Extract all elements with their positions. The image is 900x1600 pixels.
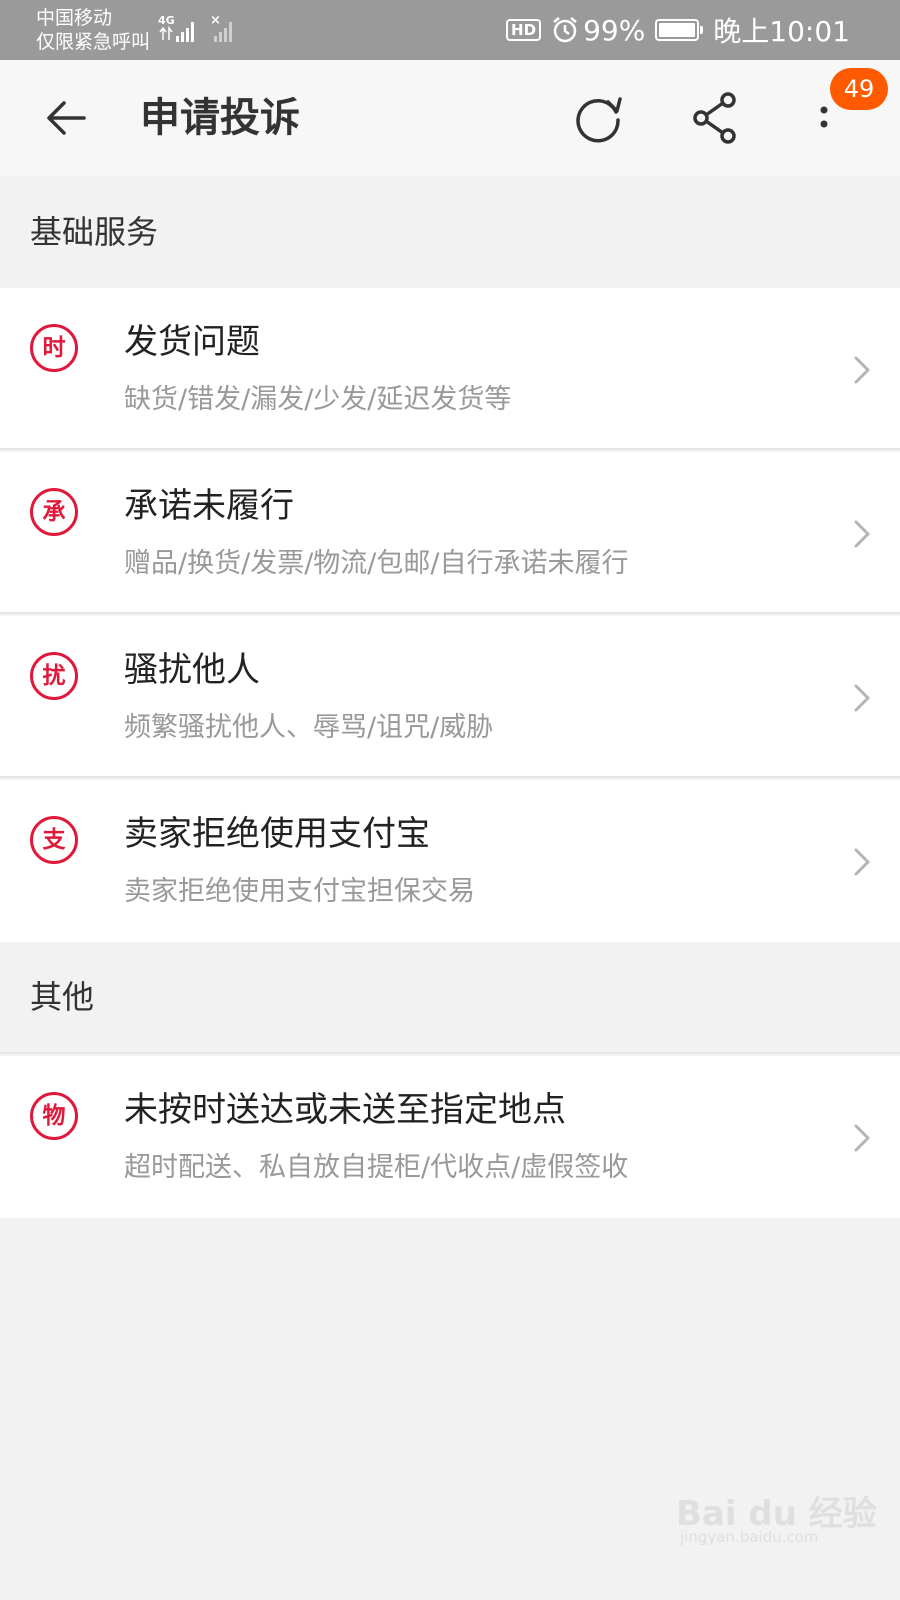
item-title: 骚扰他人	[124, 650, 260, 690]
item-subtitle: 赠品/换货/发票/物流/包邮/自行承诺未履行	[124, 548, 629, 579]
battery-percent: 99%	[583, 13, 646, 47]
chevron-right-icon	[854, 520, 870, 548]
signal-icon: 4G ×	[158, 13, 232, 42]
item-title: 承诺未履行	[124, 486, 294, 526]
status-right: HD 99% 晚上10:01	[506, 10, 850, 50]
item-title: 发货问题	[124, 322, 260, 362]
emergency-only-label: 仅限紧急呼叫	[36, 31, 151, 53]
list-item-delivery[interactable]: 物 未按时送达或未送至指定地点 超时配送、私自放自提柜/代收点/虚假签收	[0, 1056, 900, 1218]
carrier-name: 中国移动	[36, 7, 113, 29]
item-subtitle: 超时配送、私自放自提柜/代收点/虚假签收	[124, 1152, 629, 1183]
page-title: 申请投诉	[140, 95, 300, 141]
chevron-right-icon	[854, 1124, 870, 1152]
item-subtitle: 缺货/错发/漏发/少发/延迟发货等	[124, 384, 512, 415]
logistics-icon: 物	[30, 1092, 78, 1140]
baidu-watermark: Bai du 经验 jingyan.baidu.com	[676, 1476, 877, 1556]
list-item-shipping[interactable]: 时 发货问题 缺货/错发/漏发/少发/延迟发货等	[0, 288, 900, 450]
clock: 晚上10:01	[713, 15, 850, 48]
share-icon[interactable]	[688, 88, 748, 148]
watermark-url: jingyan.baidu.com	[680, 1528, 819, 1546]
back-arrow-icon[interactable]	[36, 88, 96, 148]
item-subtitle: 卖家拒绝使用支付宝担保交易	[124, 876, 475, 907]
status-bar: 中国移动 仅限紧急呼叫 4G × HD 99% 晚上10:01	[0, 0, 900, 60]
section-header-basic: 基础服务	[0, 176, 900, 288]
item-title: 卖家拒绝使用支付宝	[124, 814, 430, 854]
harassment-icon: 扰	[30, 652, 78, 700]
app-header: 申请投诉	[0, 60, 900, 176]
hd-icon: HD	[506, 19, 542, 41]
notification-badge: 49	[830, 68, 888, 110]
list-item-harassment[interactable]: 扰 骚扰他人 频繁骚扰他人、辱骂/诅咒/威胁	[0, 616, 900, 778]
alarm-icon	[553, 17, 577, 43]
chevron-right-icon	[854, 356, 870, 384]
list-item-alipay-refused[interactable]: 支 卖家拒绝使用支付宝 卖家拒绝使用支付宝担保交易	[0, 780, 900, 942]
section-header-other: 其他	[0, 942, 900, 1054]
chevron-right-icon	[854, 848, 870, 876]
time-icon: 时	[30, 324, 78, 372]
item-title: 未按时送达或未送至指定地点	[124, 1090, 566, 1130]
item-subtitle: 频繁骚扰他人、辱骂/诅咒/威胁	[124, 712, 494, 743]
alipay-icon: 支	[30, 816, 78, 864]
network-type-label: 4G	[158, 14, 175, 27]
chevron-right-icon	[854, 684, 870, 712]
promise-icon: 承	[30, 488, 78, 536]
battery-icon	[655, 19, 704, 41]
svg-text:×: ×	[210, 13, 221, 28]
list-item-promise[interactable]: 承 承诺未履行 赠品/换货/发票/物流/包邮/自行承诺未履行	[0, 452, 900, 614]
refresh-icon[interactable]	[568, 88, 628, 148]
carrier-info: 中国移动 仅限紧急呼叫	[36, 6, 150, 54]
